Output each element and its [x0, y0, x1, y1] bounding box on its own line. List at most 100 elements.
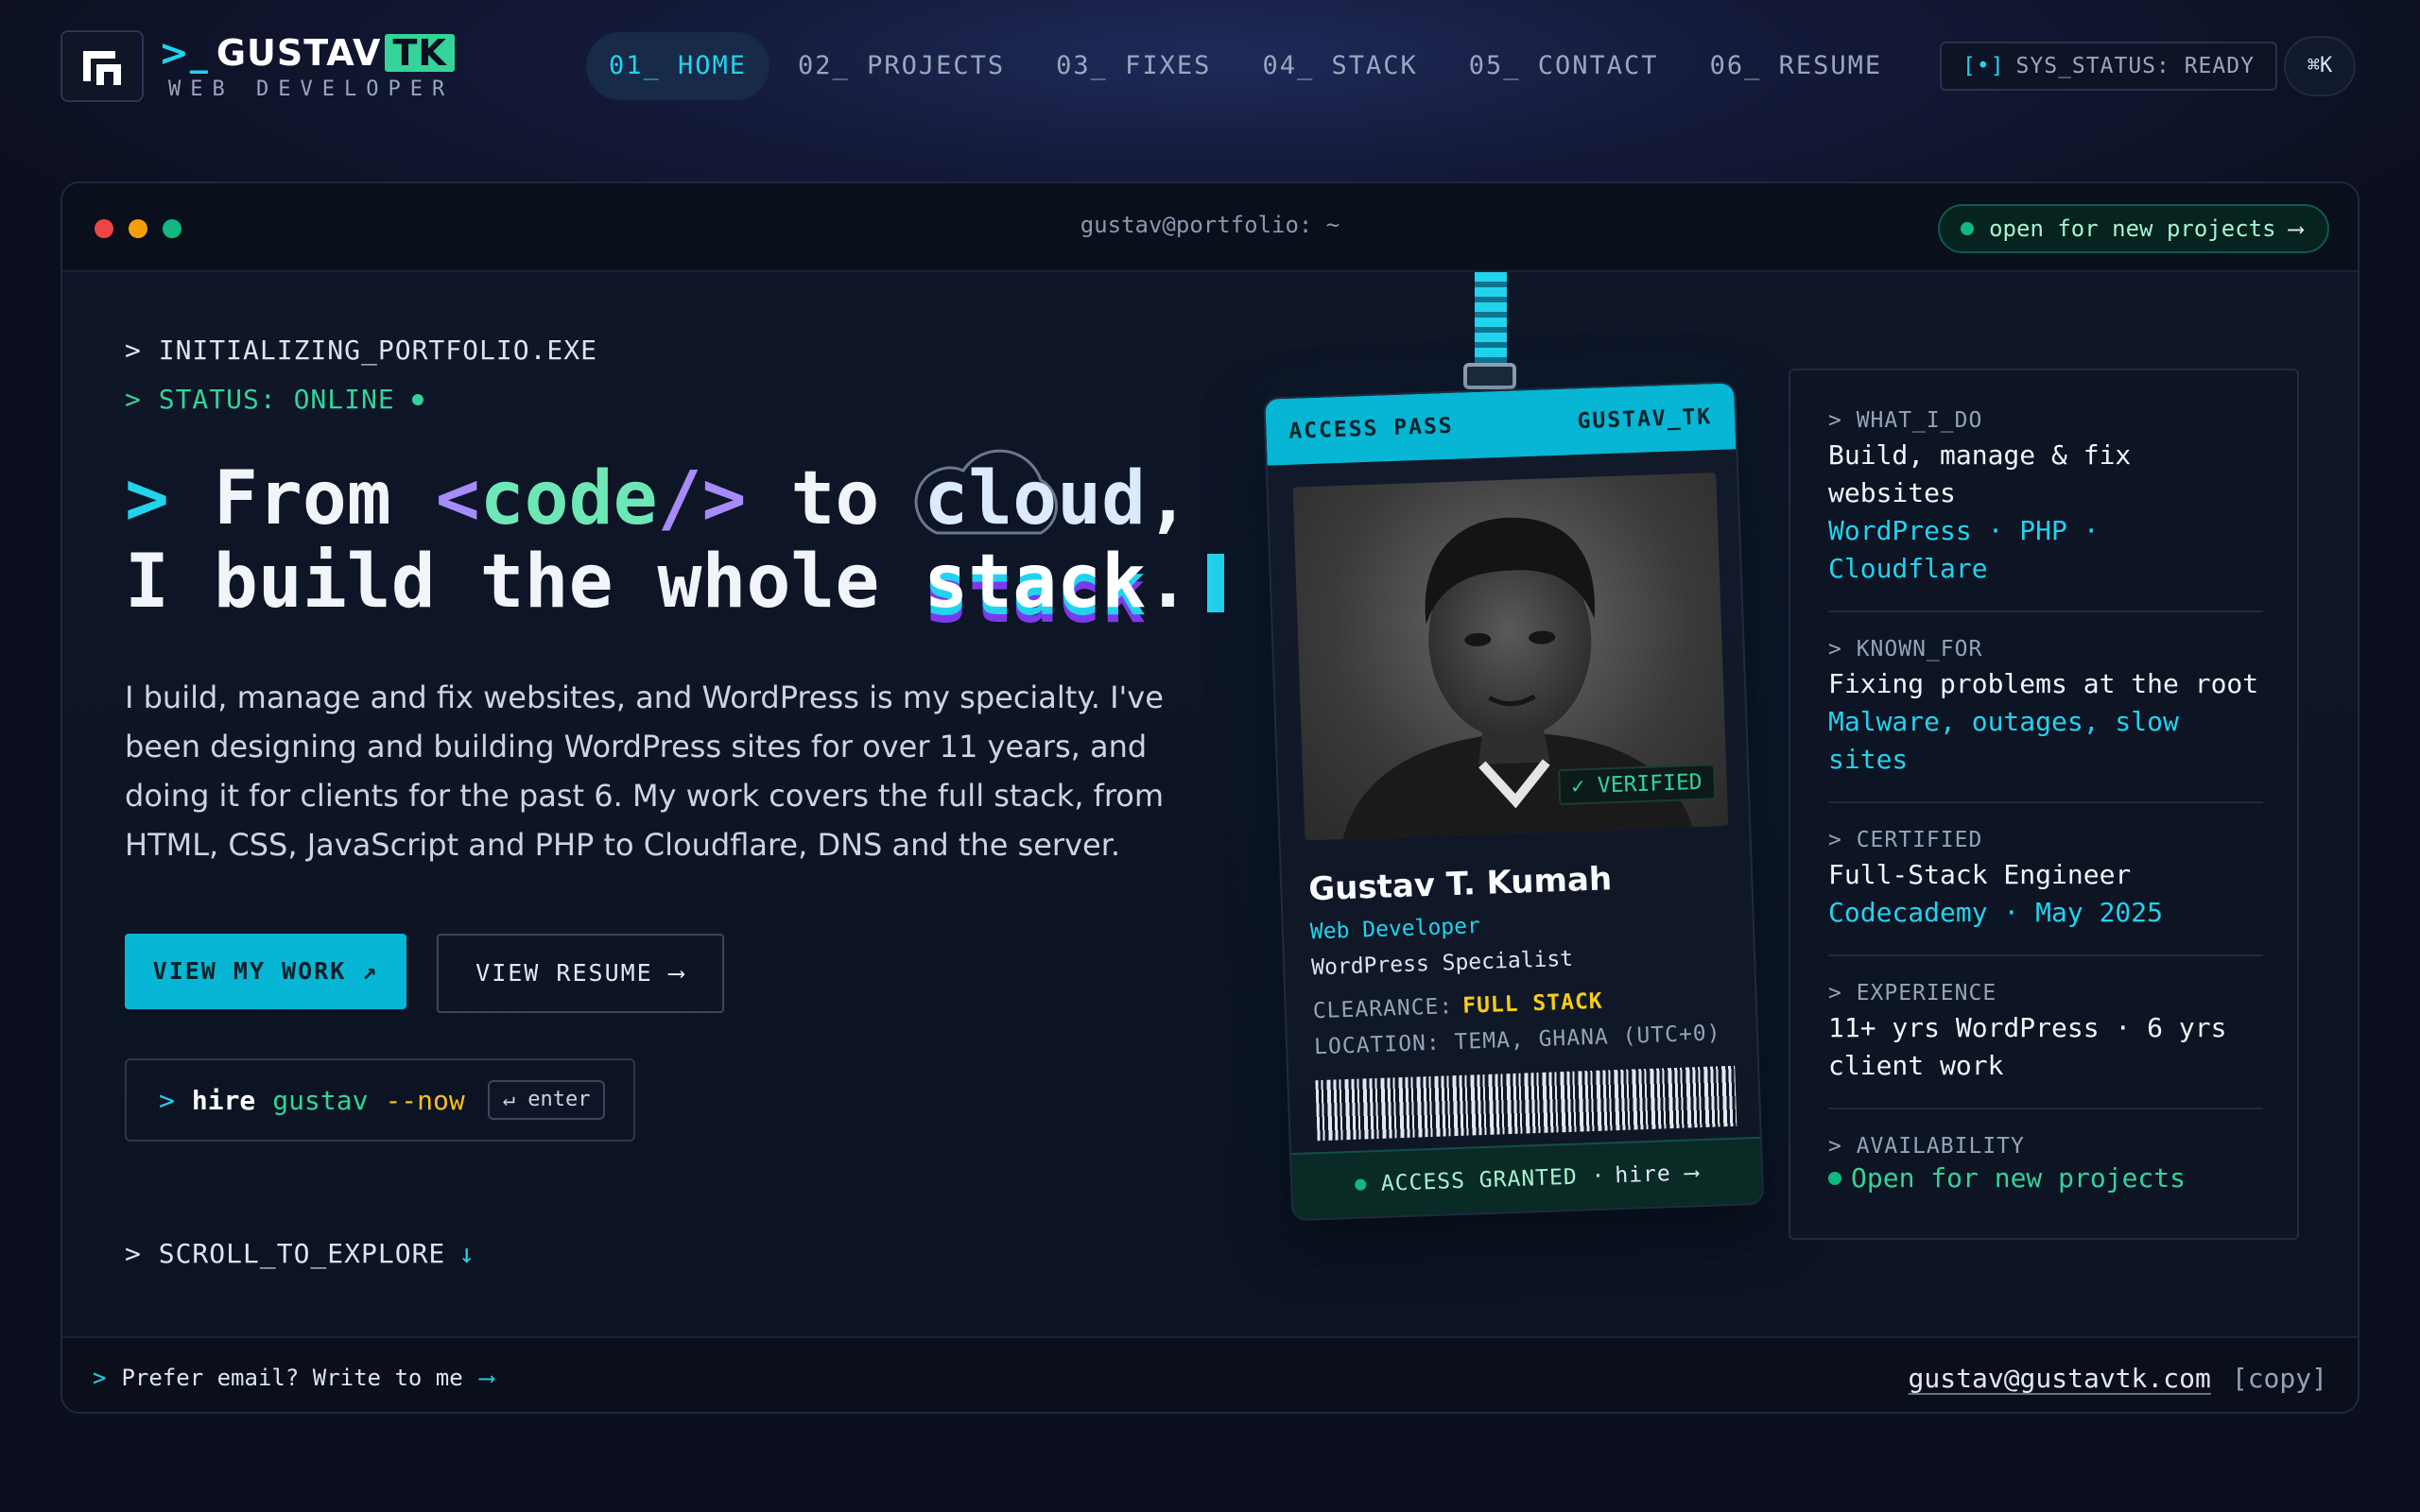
view-work-button[interactable]: VIEW MY WORK ↗	[125, 934, 406, 1009]
info-certified: > CERTIFIED Full-Stack Engineer Codecade…	[1828, 828, 2263, 932]
headline-to: to	[790, 456, 880, 541]
available-dot-icon	[1828, 1171, 1841, 1185]
badge-footer-text: ACCESS GRANTED ·	[1380, 1163, 1606, 1196]
info-value: Full-Stack Engineer	[1828, 859, 2132, 890]
command-palette-button[interactable]: ⌘K	[2284, 36, 2356, 96]
badge-head-left: ACCESS PASS	[1288, 413, 1455, 444]
badge-role: Web Developer	[1309, 914, 1481, 945]
hire-cmd-flag: --now	[385, 1084, 465, 1116]
copy-email-button[interactable]: [copy]	[2232, 1363, 2327, 1394]
terminal-window: gustav@portfolio: ~ open for new project…	[60, 181, 2360, 1414]
divider	[1828, 610, 2263, 612]
email-prompt-text: Prefer email? Write to me	[121, 1365, 463, 1391]
brand-subtitle: WEB DEVELOPER	[168, 77, 455, 101]
nav-link-home[interactable]: 01_ HOME	[586, 32, 770, 100]
open-for-projects-pill[interactable]: open for new projects ⟶	[1938, 204, 2329, 253]
email-footer-bar: > Prefer email? Write to me ⟶ gustav@gusta…	[62, 1336, 2358, 1412]
access-pass-badge[interactable]: ACCESS PASS GUSTAV_TK ✓ VERIFIED Gustav …	[1263, 381, 1765, 1222]
availability-status: Open for new projects	[1828, 1162, 2263, 1194]
badge-footer[interactable]: ACCESS GRANTED · hire ⟶	[1291, 1136, 1763, 1220]
logo[interactable]	[60, 30, 144, 102]
divider	[1828, 801, 2263, 803]
nav-link-contact[interactable]: 05_ CONTACT	[1446, 32, 1682, 100]
arrow-right-icon: ⟶	[2289, 215, 2303, 242]
view-resume-button[interactable]: VIEW RESUME ⟶	[437, 934, 724, 1013]
arrow-right-icon: ⟶	[479, 1365, 494, 1391]
badge-head-right: GUSTAV_TK	[1577, 404, 1713, 435]
top-nav: >_ GUSTAV TK WEB DEVELOPER 01_ HOME 02_ …	[0, 0, 2420, 132]
clearance-label: CLEARANCE:	[1312, 994, 1454, 1024]
nav-link-resume[interactable]: 06_ RESUME	[1687, 32, 1906, 100]
divider	[1828, 1108, 2263, 1109]
info-label: > AVAILABILITY	[1828, 1134, 2025, 1159]
arrow-down-icon: ↓	[458, 1238, 476, 1269]
headline-cloud: cloud	[924, 456, 1147, 541]
sys-status-text: SYS_STATUS: READY	[2015, 54, 2255, 78]
brand-prompt: >_	[159, 32, 209, 74]
hire-cmd-word: hire	[191, 1084, 256, 1116]
info-sub: Codecademy · May 2025	[1828, 897, 2164, 928]
scroll-to-explore[interactable]: > SCROLL_TO_EXPLORE ↓	[125, 1238, 475, 1269]
badge-specialty: WordPress Specialist	[1310, 946, 1574, 981]
badge-header: ACCESS PASS GUSTAV_TK	[1265, 383, 1737, 466]
headline-code-close: />	[657, 456, 747, 541]
verified-badge: ✓ VERIFIED	[1557, 764, 1717, 806]
headline-period: .	[1146, 540, 1191, 625]
brand-word: GUSTAV	[216, 32, 382, 74]
headline-prompt: >	[125, 456, 169, 541]
enter-key-hint: ↵ enter	[487, 1080, 606, 1120]
info-known-for: > KNOWN_FOR Fixing problems at the root …	[1828, 637, 2263, 779]
availability-text: Open for new projects	[1851, 1162, 2187, 1194]
hero-bio: I build, manage and fix websites, and Wo…	[125, 679, 1165, 863]
email-prompt-link[interactable]: > Prefer email? Write to me ⟶	[93, 1365, 493, 1391]
email-prompt-caret: >	[93, 1365, 107, 1391]
lanyard-strap	[1475, 272, 1507, 363]
status-line: > STATUS: ONLINE	[125, 384, 424, 415]
info-sub: WordPress · PHP · Cloudflare	[1828, 515, 2100, 584]
info-sub: Malware, outages, slow sites	[1828, 706, 2179, 775]
info-value: Build, manage & fix websites	[1828, 439, 2132, 508]
badge-hire-link[interactable]: hire ⟶	[1615, 1160, 1700, 1188]
granted-dot-icon	[1354, 1178, 1367, 1191]
profile-photo: ✓ VERIFIED	[1292, 472, 1729, 841]
hire-cmd-arg: gustav	[272, 1084, 369, 1116]
clearance-value: FULL STACK	[1461, 988, 1604, 1019]
hire-command[interactable]: > hire gustav --now ↵ enter	[125, 1058, 635, 1142]
headline-from: From	[213, 456, 391, 541]
status-text: > STATUS: ONLINE	[125, 384, 395, 415]
email-address-group: gustav@gustavtk.com [copy]	[1909, 1363, 2327, 1394]
hire-prompt: >	[159, 1084, 175, 1116]
info-availability: > AVAILABILITY Open for new projects	[1828, 1134, 2263, 1194]
online-dot-icon	[1961, 222, 1975, 235]
headline-code-open: <	[435, 456, 480, 541]
info-label: > CERTIFIED	[1828, 828, 1983, 852]
status-dot-icon	[411, 393, 424, 405]
barcode	[1315, 1065, 1737, 1142]
info-value: Fixing problems at the root	[1828, 668, 2259, 699]
info-panel: > WHAT_I_DO Build, manage & fix websites…	[1789, 369, 2299, 1240]
headline-comma: ,	[1146, 456, 1191, 541]
lanyard-clip	[1463, 363, 1516, 389]
divider	[1828, 954, 2263, 956]
brand-tk: TK	[385, 34, 455, 72]
email-address-link[interactable]: gustav@gustavtk.com	[1909, 1363, 2211, 1394]
nav-link-projects[interactable]: 02_ PROJECTS	[775, 32, 1028, 100]
headline-line2: I build the whole	[125, 540, 880, 625]
scroll-label: > SCROLL_TO_EXPLORE	[125, 1238, 446, 1269]
badge-name: Gustav T. Kumah	[1307, 860, 1613, 909]
badge-location: LOCATION: TEMA, GHANA (UTC+0)	[1313, 1021, 1721, 1060]
text-cursor	[1207, 554, 1225, 612]
brand[interactable]: >_ GUSTAV TK WEB DEVELOPER	[159, 32, 455, 101]
sys-status: [•] SYS_STATUS: READY	[1940, 42, 2277, 91]
headline-stack: stack	[924, 540, 1147, 625]
info-label: > KNOWN_FOR	[1828, 637, 1983, 662]
info-label: > EXPERIENCE	[1828, 981, 1997, 1005]
info-value: 11+ yrs WordPress · 6 yrs client work	[1828, 1012, 2227, 1081]
nav-link-fixes[interactable]: 03_ FIXES	[1033, 32, 1234, 100]
brand-name: >_ GUSTAV TK	[159, 32, 455, 74]
window-titlebar: gustav@portfolio: ~ open for new project…	[62, 183, 2358, 272]
status-indicator-icon: [•]	[1962, 54, 2005, 78]
nav-link-stack[interactable]: 04_ STACK	[1239, 32, 1440, 100]
init-line: > INITIALIZING_PORTFOLIO.EXE	[125, 335, 598, 366]
info-experience: > EXPERIENCE 11+ yrs WordPress · 6 yrs c…	[1828, 981, 2263, 1085]
